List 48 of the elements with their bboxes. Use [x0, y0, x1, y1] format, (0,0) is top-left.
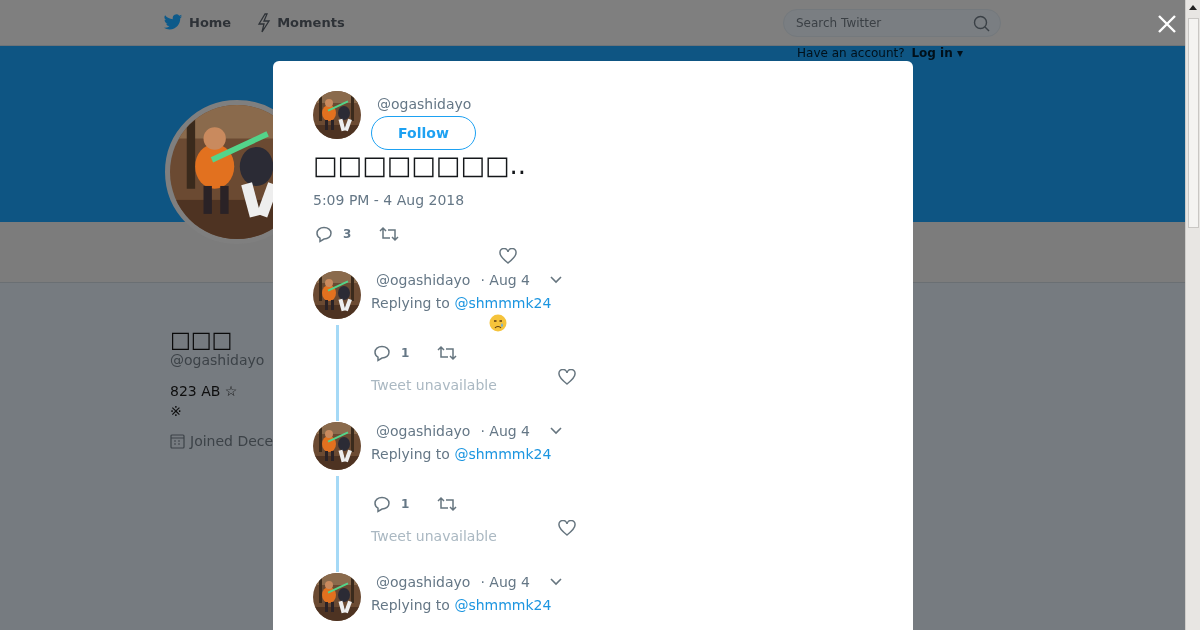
user-handle[interactable]: @ogashidayo — [376, 423, 471, 439]
tweet-date: · Aug 4 — [480, 574, 530, 590]
reply-icon[interactable] — [373, 495, 391, 513]
heart-icon[interactable] — [499, 248, 517, 264]
profile-name: □□□ — [170, 327, 233, 352]
follow-button[interactable]: Follow — [371, 116, 476, 150]
retweet-icon[interactable] — [379, 226, 399, 242]
retweet-icon[interactable] — [437, 496, 457, 512]
mention-link[interactable]: @shmmmk24 — [454, 446, 552, 462]
tweet-date: · Aug 4 — [480, 272, 530, 288]
reply-count: 3 — [343, 227, 353, 241]
chevron-icon[interactable] — [550, 578, 562, 586]
replying-label: Replying to — [371, 295, 450, 311]
tweet-time: 5:09 PM - 4 Aug 2018 — [313, 192, 466, 208]
reply-count: 1 — [401, 346, 411, 360]
reply-count: 1 — [401, 497, 411, 511]
search-field[interactable]: Search Twitter — [783, 8, 1001, 37]
heart-icon[interactable] — [558, 520, 576, 536]
close-icon[interactable] — [1157, 14, 1177, 34]
lightning-icon[interactable] — [257, 12, 272, 33]
tweet-date: · Aug 4 — [480, 423, 530, 439]
reply-icon[interactable] — [315, 225, 333, 243]
nav-link[interactable]: Home — [163, 12, 244, 33]
replying-label: Replying to — [371, 446, 450, 462]
retweet-icon[interactable] — [437, 345, 457, 361]
tweet-text: □□□□□□□□.. — [313, 152, 527, 178]
mention-link[interactable]: @shmmmk24 — [454, 295, 552, 311]
login-link[interactable]: Log in ▾ — [911, 46, 963, 60]
tweet-unavailable-notice: Tweet unavailable — [371, 528, 497, 544]
heart-icon[interactable] — [558, 369, 576, 385]
search-icon[interactable] — [973, 14, 990, 32]
bio-line: ※ — [170, 402, 182, 421]
joined-date: Joined Dece — [190, 433, 274, 449]
chevron-icon[interactable] — [550, 276, 562, 284]
chevron-icon[interactable] — [550, 427, 562, 435]
bio-line: 823 AB ☆ — [170, 382, 238, 401]
reply-icon[interactable] — [373, 344, 391, 362]
tweet-unavailable-notice: Tweet unavailable — [371, 377, 497, 393]
user-handle[interactable]: @ogashidayo — [376, 272, 471, 288]
account-prompt: Have an account? — [797, 46, 905, 60]
calendar-icon — [170, 433, 185, 449]
profile-handle: @ogashidayo — [170, 352, 265, 368]
user-handle[interactable]: @ogashidayo — [376, 574, 471, 590]
nav-link[interactable]: Moments — [257, 12, 357, 33]
replying-label: Replying to — [371, 597, 450, 613]
mention-link[interactable]: @shmmmk24 — [454, 597, 552, 613]
user-handle[interactable]: @ogashidayo — [371, 96, 472, 112]
scrollbar[interactable] — [1185, 0, 1200, 630]
